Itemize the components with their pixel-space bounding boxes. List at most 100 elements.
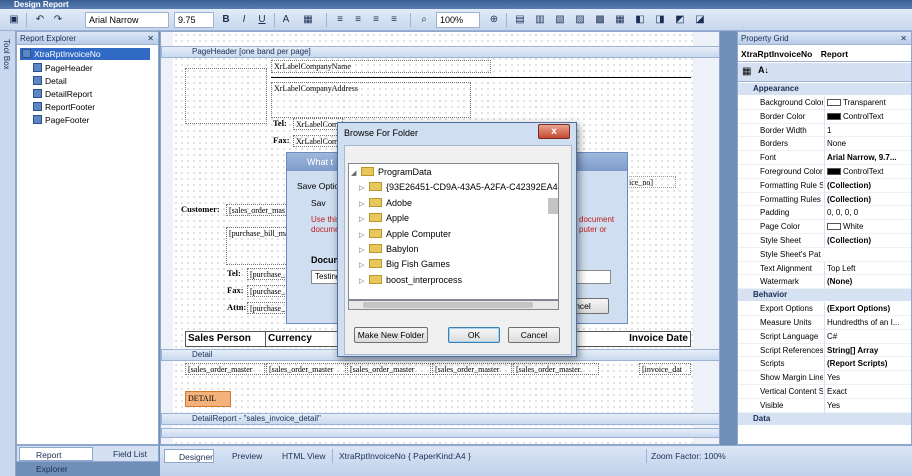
customer-field[interactable]: [sales_order_mas	[226, 204, 290, 216]
property-row[interactable]: Formatting Rules (Collection)	[738, 192, 911, 207]
expand-arrow-icon[interactable]: ▷	[359, 274, 369, 289]
col-currency[interactable]: Currency	[266, 332, 346, 346]
property-row[interactable]: Text Alignment Top Left	[738, 261, 911, 276]
property-row[interactable]: Borders None	[738, 137, 911, 152]
align-grid-icon[interactable]: ▤	[512, 12, 528, 28]
detail-marker[interactable]: DETAIL	[185, 391, 231, 407]
property-row[interactable]: Visible Yes	[738, 398, 911, 413]
horizontal-scrollbar[interactable]	[348, 300, 559, 310]
property-value[interactable]: Exact	[824, 385, 911, 399]
property-value[interactable]: C#	[824, 329, 911, 344]
property-category[interactable]: Appearance	[738, 83, 911, 95]
save-icon[interactable]: ▣	[6, 12, 22, 28]
zoom-combo[interactable]: 100%	[436, 12, 480, 28]
send-back-icon[interactable]: ◨	[652, 12, 668, 28]
property-value[interactable]: (Collection)	[824, 178, 911, 193]
band-pageheader[interactable]: PageHeader [one band per page]	[161, 46, 719, 58]
property-value[interactable]: (Report Scripts)	[824, 357, 911, 372]
property-row[interactable]: Border Color ControlText	[738, 109, 911, 124]
folder-item[interactable]: ▷ Big Fish Games	[359, 257, 450, 272]
col-invoice-date[interactable]: Invoice Date	[616, 332, 690, 346]
detail-cell[interactable]: [sales_order_master	[347, 363, 431, 375]
detail-cell[interactable]: [sales_order_master.	[513, 363, 599, 375]
size-grid-icon[interactable]: ▥	[532, 12, 548, 28]
folder-tree[interactable]: ◢ ProgramData ▷ {93E26451-CD9A-43A5-A2FA-C4…	[348, 163, 559, 300]
tree-item-reportfooter[interactable]: ReportFooter	[33, 101, 95, 113]
property-value[interactable]: ControlText	[824, 165, 911, 179]
property-row[interactable]: Padding 0, 0, 0, 0	[738, 206, 911, 221]
folder-item[interactable]: ◢ ProgramData	[351, 165, 432, 180]
back-color-icon[interactable]: ▦	[300, 12, 316, 28]
redo-icon[interactable]: ↷	[50, 12, 66, 28]
collapse-arrow-icon[interactable]: ◢	[351, 166, 361, 181]
underline-button[interactable]: U	[254, 12, 270, 28]
property-value[interactable]: (Collection)	[824, 234, 911, 248]
font-color-icon[interactable]: A	[278, 12, 294, 28]
property-value[interactable]: Arial Narrow, 9.7...	[824, 151, 911, 165]
property-value[interactable]: String[] Array	[824, 343, 911, 358]
tel2-field[interactable]: [purchase_	[247, 268, 289, 280]
property-value[interactable]: 1	[824, 123, 911, 138]
folder-item[interactable]: ▷ Apple Computer	[359, 227, 451, 242]
property-row[interactable]: Measure Units Hundredths of an I...	[738, 316, 911, 330]
property-value[interactable]: None	[824, 137, 911, 152]
font-name-combo[interactable]: Arial Narrow	[85, 12, 169, 28]
vertical-scrollbar-thumb[interactable]	[548, 198, 558, 214]
object-selector[interactable]: XtraRptInvoiceNo Report	[738, 46, 911, 62]
property-row[interactable]: Script References String[] Array	[738, 343, 911, 358]
property-row[interactable]: Style Sheet (Collection)	[738, 234, 911, 248]
save-radio[interactable]: Sav	[311, 198, 326, 208]
property-value[interactable]: Top Left	[824, 261, 911, 276]
zoom-in-icon[interactable]: ⊕	[486, 12, 502, 28]
detail-cell[interactable]: [sales_order_master	[266, 363, 346, 375]
purchase-bill-field[interactable]: [purchase_bill_ma	[226, 227, 290, 265]
alphabetical-icon[interactable]: A↓	[758, 65, 769, 75]
undo-icon[interactable]: ↶	[32, 12, 48, 28]
folder-item[interactable]: ▷ {93E26451-CD9A-43A5-A2FA-C42392EA4001	[359, 180, 558, 195]
folder-item[interactable]: ▷ Adobe	[359, 196, 412, 211]
property-value[interactable]: Transparent	[824, 96, 911, 110]
detail-cell[interactable]: [sales_order_master	[185, 363, 265, 375]
band-detailreport[interactable]: DetailReport - "sales_invoice_detail"	[161, 413, 719, 425]
toolbox-rail[interactable]: Tool Box	[0, 31, 16, 476]
align-center-icon[interactable]: ≡	[350, 12, 366, 28]
order-icon[interactable]: ▦	[612, 12, 628, 28]
attn-field[interactable]: [purchase_	[247, 302, 289, 314]
tab-field-list[interactable]: Field List	[99, 447, 159, 461]
tab-report-explorer[interactable]: Report Explorer	[19, 447, 93, 474]
folder-item[interactable]: ▷ boost_interprocess	[359, 273, 462, 288]
italic-button[interactable]: I	[236, 12, 252, 28]
align-right-icon[interactable]: ≡	[368, 12, 384, 28]
company-address-label[interactable]: XrLabelCompanyAddress	[271, 82, 471, 118]
tab-preview[interactable]: Preview	[218, 449, 266, 463]
font-size-combo[interactable]: 9.75	[174, 12, 214, 28]
align-left-icon[interactable]: ≡	[332, 12, 348, 28]
fax-field[interactable]: XrLabelCom	[293, 135, 343, 147]
tab-designer[interactable]: Designer	[164, 449, 214, 463]
make-new-folder-button[interactable]: Make New Folder	[354, 327, 428, 343]
property-row[interactable]: Export Options (Export Options)	[738, 302, 911, 316]
expand-arrow-icon[interactable]: ▷	[359, 197, 369, 212]
spacing-icon[interactable]: ▨	[572, 12, 588, 28]
logo-placeholder[interactable]	[185, 68, 267, 124]
tree-item-detailreport[interactable]: DetailReport	[33, 88, 92, 100]
detail-cell[interactable]: [sales_order_master	[432, 363, 512, 375]
scrollbar-thumb[interactable]	[363, 302, 533, 308]
property-row[interactable]: Background Color Transparent	[738, 96, 911, 110]
detail-cell[interactable]: [invoice_dat	[639, 363, 691, 375]
property-row[interactable]: Foreground Color ControlText	[738, 165, 911, 179]
property-row[interactable]: Border Width 1	[738, 123, 911, 138]
expand-arrow-icon[interactable]: ▷	[359, 228, 369, 243]
group-icon[interactable]: ◩	[672, 12, 688, 28]
tree-item-pageheader[interactable]: PageHeader	[33, 62, 93, 74]
tree-item-pagefooter[interactable]: PageFooter	[33, 114, 89, 126]
tree-item-detail[interactable]: Detail	[33, 75, 67, 87]
expand-arrow-icon[interactable]: ▷	[359, 212, 369, 227]
property-value[interactable]: (None)	[824, 275, 911, 290]
expand-arrow-icon[interactable]: ▷	[359, 258, 369, 273]
tel-field[interactable]: XrLabelCom	[293, 118, 343, 130]
layout-icon[interactable]: ▧	[552, 12, 568, 28]
cancel-button[interactable]: Cancel	[508, 327, 560, 343]
property-row[interactable]: Script Language C#	[738, 329, 911, 344]
folder-item[interactable]: ▷ Apple	[359, 211, 409, 226]
